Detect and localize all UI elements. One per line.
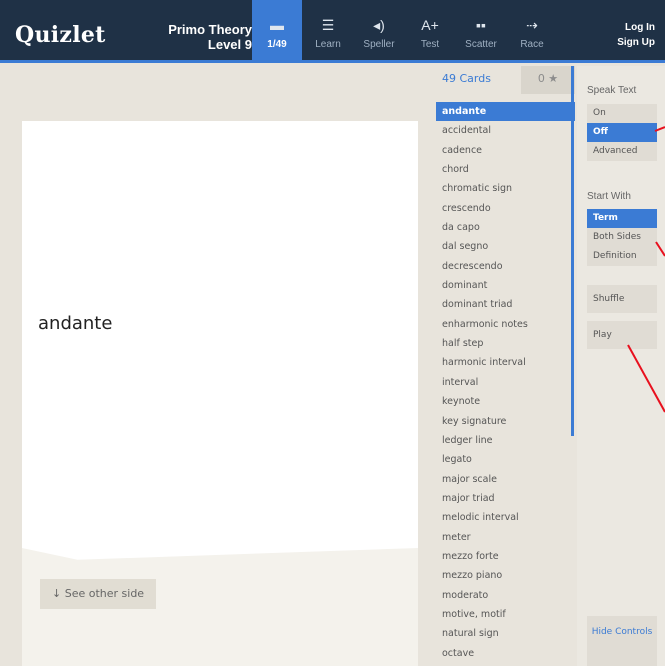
nav-race-label: Race [520, 39, 544, 50]
nav-test[interactable]: A+ Test [405, 0, 455, 63]
card-list: andante accidental cadence chord chromatic s… [436, 102, 575, 663]
card-list-item[interactable]: natural sign [436, 624, 575, 643]
card-list-item[interactable]: ledger line [436, 431, 575, 450]
shuffle-button[interactable]: Shuffle [587, 285, 657, 313]
card-list-item[interactable]: motive, motif [436, 605, 575, 624]
signup-link[interactable]: Sign Up [617, 35, 655, 50]
card-list-item[interactable]: major triad [436, 489, 575, 508]
card-list-item[interactable]: decrescendo [436, 257, 575, 276]
card-list-item[interactable]: dominant [436, 276, 575, 295]
card-list-item[interactable]: half step [436, 334, 575, 353]
card-list-item[interactable]: major scale [436, 470, 575, 489]
card-list-item[interactable]: mezzo piano [436, 566, 575, 585]
card-list-item[interactable]: harmonic interval [436, 353, 575, 372]
nav-learn[interactable]: ☰ Learn [303, 0, 353, 63]
card-list-item[interactable]: legato [436, 450, 575, 469]
cards-icon: ▬ [270, 17, 284, 33]
controls-panel: Speak Text On Off Advanced Start With Term… [577, 66, 665, 666]
nav-scatter[interactable]: ▪▪ Scatter [456, 0, 506, 63]
card-list-item[interactable]: interval [436, 373, 575, 392]
starred-tab[interactable]: 0 ★ [521, 66, 575, 94]
card-list-item[interactable]: melodic interval [436, 508, 575, 527]
speak-option-on[interactable]: On [587, 104, 657, 123]
speak-text-options: On Off Advanced [587, 104, 657, 161]
card-list-item[interactable]: dominant triad [436, 295, 575, 314]
nav-learn-label: Learn [315, 39, 341, 50]
card-list-item[interactable]: da capo [436, 218, 575, 237]
set-title-line1: Primo Theory [168, 22, 252, 37]
nav-flashcards-label: 1/49 [267, 39, 287, 50]
quizlet-logo[interactable]: Quizlet [15, 22, 106, 48]
test-icon: A+ [421, 17, 439, 33]
see-other-side-button[interactable]: ↓ See other side [40, 579, 157, 609]
nav-speller-label: Speller [363, 39, 395, 50]
auth-links: Log In Sign Up [617, 20, 655, 50]
scatter-icon: ▪▪ [476, 17, 486, 33]
start-option-both-sides[interactable]: Both Sides [587, 228, 657, 247]
card-list-item[interactable]: andante [436, 102, 575, 122]
card-list-item[interactable]: chord [436, 160, 575, 179]
card-list-item[interactable]: octave [436, 644, 575, 663]
login-link[interactable]: Log In [617, 20, 655, 35]
card-list-item[interactable]: cadence [436, 141, 575, 160]
card-list-header: 49 Cards 0 ★ [420, 66, 575, 94]
card-list-item[interactable]: chromatic sign [436, 179, 575, 198]
nav-flashcards[interactable]: ▬ 1/49 [252, 0, 302, 63]
play-button[interactable]: Play [587, 321, 657, 349]
card-count-tab[interactable]: 49 Cards [442, 72, 491, 85]
nav-test-label: Test [420, 39, 440, 50]
card-list-item[interactable]: enharmonic notes [436, 315, 575, 334]
flashcard[interactable]: andante ↓ See other side [22, 121, 418, 666]
set-title: Primo Theory Level 9 [140, 22, 252, 52]
race-icon: ⇢ [526, 17, 538, 33]
speak-option-off[interactable]: Off [587, 123, 657, 142]
card-list-item[interactable]: accidental [436, 121, 575, 140]
start-option-term[interactable]: Term [587, 209, 657, 228]
card-list-item[interactable]: dal segno [436, 237, 575, 256]
nav-speller[interactable]: ◂) Speller [354, 0, 404, 63]
top-bar: Quizlet Primo Theory Level 9 ▬ 1/49 ☰ Le… [0, 0, 665, 63]
card-list-panel: 49 Cards 0 ★ andante accidental cadence cho… [420, 66, 575, 666]
flashcard-area: andante ↓ See other side [0, 66, 420, 666]
set-title-line2: Level 9 [207, 37, 252, 52]
card-list-item[interactable]: moderato [436, 586, 575, 605]
nav-scatter-label: Scatter [465, 39, 497, 50]
card-list-item[interactable]: keynote [436, 392, 575, 411]
speak-option-advanced[interactable]: Advanced [587, 142, 657, 161]
card-list-item[interactable]: key signature [436, 412, 575, 431]
card-list-item[interactable]: meter [436, 528, 575, 547]
hide-controls-button[interactable]: Hide Controls [587, 616, 657, 666]
start-option-definition[interactable]: Definition [587, 247, 657, 266]
speller-icon: ◂) [373, 17, 385, 33]
speak-text-label: Speak Text [587, 85, 637, 96]
card-list-scrollbar[interactable] [571, 66, 574, 436]
flashcard-term: andante [38, 313, 113, 334]
card-list-item[interactable]: crescendo [436, 199, 575, 218]
learn-icon: ☰ [321, 17, 335, 33]
nav-race[interactable]: ⇢ Race [507, 0, 557, 63]
start-with-options: Term Both Sides Definition [587, 209, 657, 266]
start-with-label: Start With [587, 191, 631, 202]
card-list-item[interactable]: mezzo forte [436, 547, 575, 566]
